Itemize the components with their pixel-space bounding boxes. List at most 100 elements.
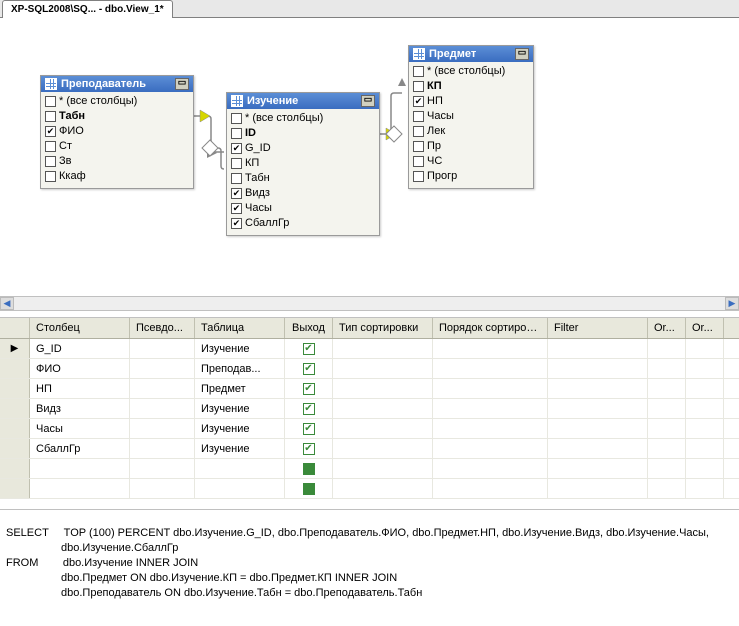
cell-alias[interactable] xyxy=(130,419,195,438)
grid-data-row[interactable]: ЧасыИзучение xyxy=(0,419,739,439)
cell-sortorder[interactable] xyxy=(433,419,548,438)
cell-or[interactable] xyxy=(686,359,724,378)
column-checkbox[interactable] xyxy=(231,188,242,199)
column-checkbox[interactable] xyxy=(45,171,56,182)
cell-sortorder[interactable] xyxy=(433,359,548,378)
grid-header-or1[interactable]: Or... xyxy=(648,318,686,338)
cell-or[interactable] xyxy=(648,479,686,498)
cell-table[interactable] xyxy=(195,479,285,498)
cell-or[interactable] xyxy=(686,459,724,478)
cell-sorttype[interactable] xyxy=(333,379,433,398)
cell-filter[interactable] xyxy=(548,339,648,358)
column-row[interactable]: Табн xyxy=(231,171,375,186)
table-title-bar[interactable]: Изучение▭ xyxy=(227,93,379,109)
cell-sorttype[interactable] xyxy=(333,399,433,418)
cell-filter[interactable] xyxy=(548,419,648,438)
column-row[interactable]: ID xyxy=(231,126,375,141)
column-checkbox[interactable] xyxy=(45,141,56,152)
cell-alias[interactable] xyxy=(130,479,195,498)
column-row[interactable]: Лек xyxy=(413,124,529,139)
column-checkbox[interactable] xyxy=(413,66,424,77)
output-checkbox[interactable] xyxy=(303,463,315,475)
row-selector[interactable] xyxy=(0,479,30,498)
cell-sorttype[interactable] xyxy=(333,479,433,498)
cell-or[interactable] xyxy=(648,339,686,358)
cell-output[interactable] xyxy=(285,339,333,358)
cell-or[interactable] xyxy=(648,459,686,478)
cell-sortorder[interactable] xyxy=(433,399,548,418)
column-row[interactable]: * (все столбцы) xyxy=(413,64,529,79)
cell-or[interactable] xyxy=(686,379,724,398)
column-checkbox[interactable] xyxy=(231,218,242,229)
grid-header-output[interactable]: Выход xyxy=(285,318,333,338)
diagram-scrollbar[interactable]: ◀ ▶ xyxy=(0,296,739,311)
output-checkbox[interactable] xyxy=(303,383,315,395)
cell-alias[interactable] xyxy=(130,459,195,478)
sql-pane[interactable]: SELECT TOP (100) PERCENT dbo.Изучение.G_… xyxy=(0,509,739,607)
cell-alias[interactable] xyxy=(130,399,195,418)
column-checkbox[interactable] xyxy=(45,111,56,122)
cell-output[interactable] xyxy=(285,379,333,398)
column-row[interactable]: Ккаф xyxy=(45,169,189,184)
cell-filter[interactable] xyxy=(548,479,648,498)
cell-column[interactable] xyxy=(30,459,130,478)
scroll-track[interactable] xyxy=(14,297,725,310)
column-row[interactable]: Зв xyxy=(45,154,189,169)
column-row[interactable]: Ст xyxy=(45,139,189,154)
minimize-button[interactable]: ▭ xyxy=(361,95,375,107)
column-row[interactable]: Табн xyxy=(45,109,189,124)
column-checkbox[interactable] xyxy=(231,128,242,139)
cell-output[interactable] xyxy=(285,359,333,378)
cell-table[interactable]: Предмет xyxy=(195,379,285,398)
cell-or[interactable] xyxy=(686,339,724,358)
scroll-left-button[interactable]: ◀ xyxy=(0,297,14,310)
grid-header-sortorder[interactable]: Порядок сортировки xyxy=(433,318,548,338)
minimize-button[interactable]: ▭ xyxy=(515,48,529,60)
column-row[interactable]: НП xyxy=(413,94,529,109)
column-checkbox[interactable] xyxy=(231,158,242,169)
cell-sortorder[interactable] xyxy=(433,339,548,358)
column-checkbox[interactable] xyxy=(45,96,56,107)
row-selector[interactable] xyxy=(0,379,30,398)
grid-header-column[interactable]: Столбец xyxy=(30,318,130,338)
cell-or[interactable] xyxy=(686,399,724,418)
column-row[interactable]: Прогр xyxy=(413,169,529,184)
column-row[interactable]: Часы xyxy=(413,109,529,124)
column-checkbox[interactable] xyxy=(413,126,424,137)
cell-filter[interactable] xyxy=(548,379,648,398)
cell-sortorder[interactable] xyxy=(433,479,548,498)
cell-table[interactable]: Преподав... xyxy=(195,359,285,378)
table-box[interactable]: Преподаватель▭* (все столбцы)ТабнФИОСтЗв… xyxy=(40,75,194,189)
cell-filter[interactable] xyxy=(548,399,648,418)
cell-alias[interactable] xyxy=(130,379,195,398)
grid-data-row[interactable]: НП Предмет xyxy=(0,379,739,399)
cell-column[interactable]: Видз xyxy=(30,399,130,418)
cell-sorttype[interactable] xyxy=(333,459,433,478)
cell-sorttype[interactable] xyxy=(333,359,433,378)
row-selector[interactable] xyxy=(0,439,30,458)
column-row[interactable]: G_ID xyxy=(231,141,375,156)
column-checkbox[interactable] xyxy=(413,156,424,167)
column-checkbox[interactable] xyxy=(413,171,424,182)
cell-column[interactable] xyxy=(30,479,130,498)
cell-sortorder[interactable] xyxy=(433,379,548,398)
cell-table[interactable]: Изучение xyxy=(195,339,285,358)
cell-or[interactable] xyxy=(686,439,724,458)
column-checkbox[interactable] xyxy=(231,113,242,124)
cell-sorttype[interactable] xyxy=(333,339,433,358)
cell-output[interactable] xyxy=(285,419,333,438)
cell-column[interactable]: G_ID xyxy=(30,339,130,358)
cell-column[interactable]: ФИО xyxy=(30,359,130,378)
grid-header-or2[interactable]: Or... xyxy=(686,318,724,338)
grid-empty-row[interactable] xyxy=(0,479,739,499)
column-row[interactable]: КП xyxy=(231,156,375,171)
output-checkbox[interactable] xyxy=(303,423,315,435)
grid-header-alias[interactable]: Псевдо... xyxy=(130,318,195,338)
cell-or[interactable] xyxy=(686,419,724,438)
row-selector[interactable] xyxy=(0,359,30,378)
cell-column[interactable]: НП xyxy=(30,379,130,398)
cell-table[interactable]: Изучение xyxy=(195,419,285,438)
column-row[interactable]: Видз xyxy=(231,186,375,201)
row-selector[interactable] xyxy=(0,419,30,438)
cell-sorttype[interactable] xyxy=(333,419,433,438)
